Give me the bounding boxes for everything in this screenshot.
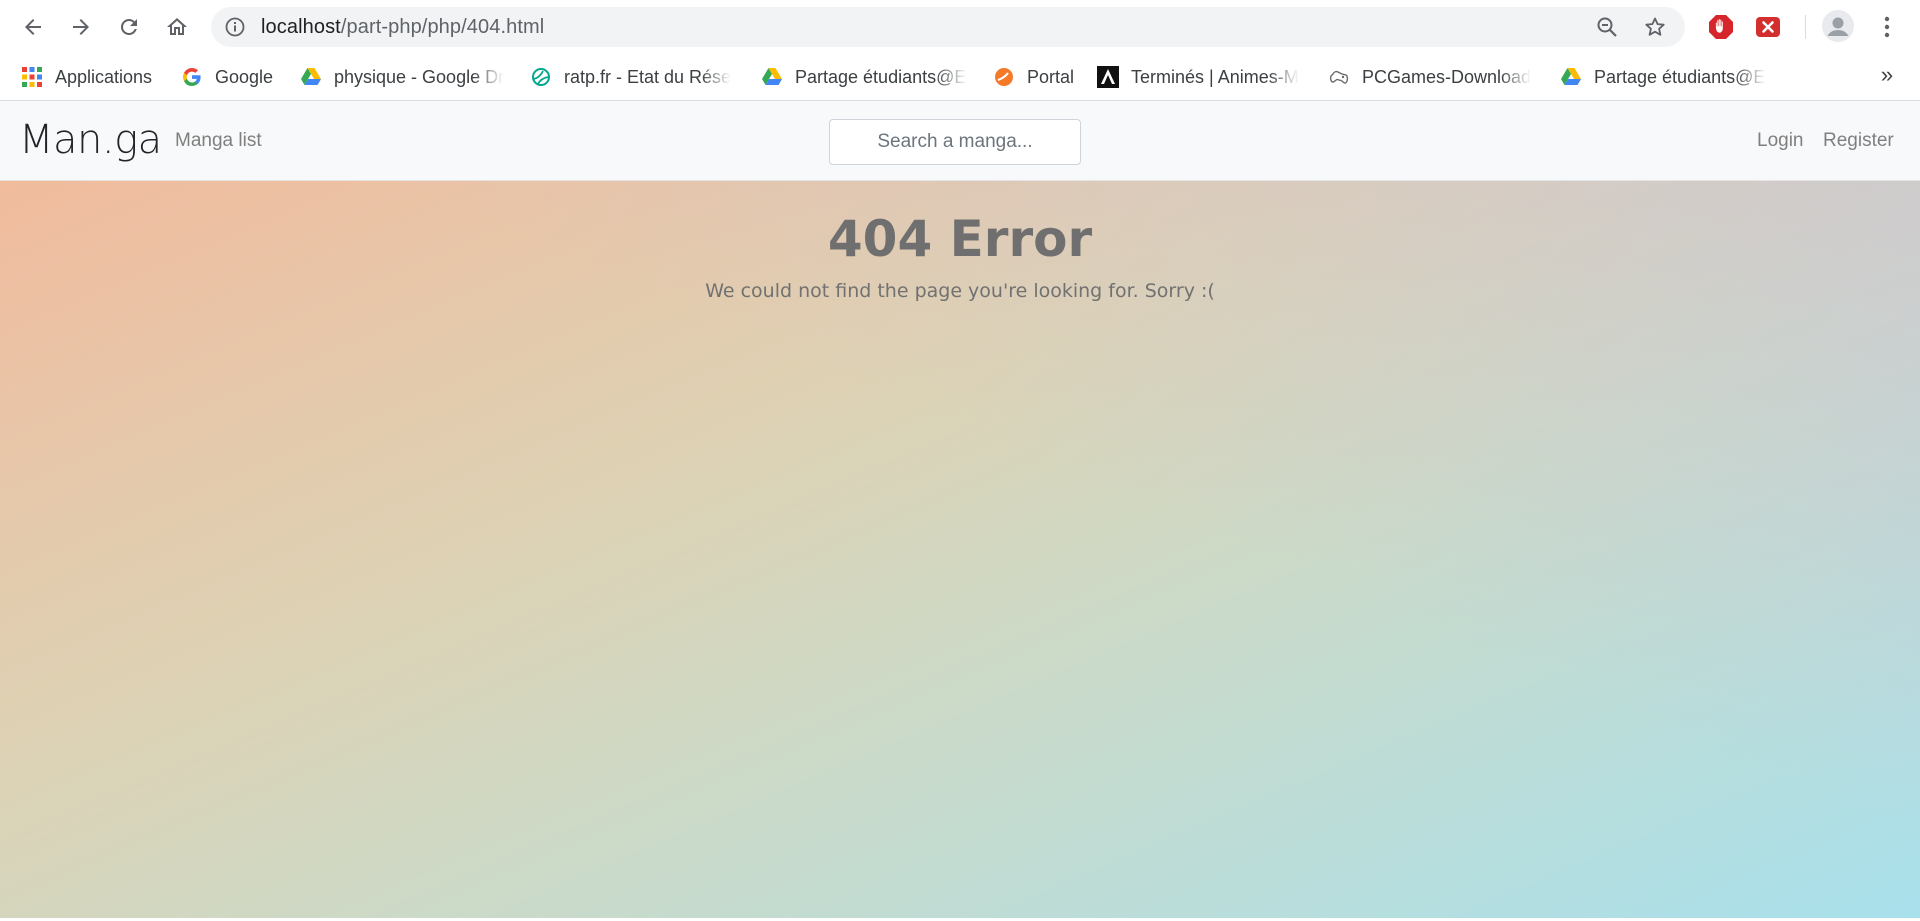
bookmark-pcgames[interactable]: PCGames-Download [1328,57,1534,97]
bookmark-label: Terminés | Animes-M [1131,66,1299,87]
forward-arrow-icon[interactable] [65,11,97,43]
address-bar[interactable]: localhost/part-php/php/404.html [211,7,1685,47]
ratp-logo-icon [532,68,550,86]
bookmark-animes[interactable]: Terminés | Animes-M [1097,57,1303,97]
nav-manga-list-link[interactable]: Manga list [175,128,262,154]
nav-register-link[interactable]: Register [1823,128,1894,154]
home-icon[interactable] [161,11,193,43]
animes-logo-icon [1097,66,1119,88]
bookmark-google[interactable]: Google [181,57,281,97]
bookmark-label: Google [215,66,274,87]
bookmark-portal[interactable]: Portal [993,57,1083,97]
profile-avatar-icon[interactable] [1822,10,1854,42]
error-title: 404 Error [827,210,1093,268]
reload-icon[interactable] [113,11,145,43]
menu-dots-icon[interactable] [1872,12,1902,42]
bookmark-label: ratp.fr - Etat du Rése [564,66,732,87]
toolbar-divider [1805,15,1806,39]
site-info-icon[interactable] [224,16,246,38]
back-arrow-icon[interactable] [17,11,49,43]
bookmark-label: physique - Google Dr [334,66,505,87]
search-manga-input[interactable] [829,119,1081,165]
bookmark-ratp[interactable]: ratp.fr - Etat du Rése [530,57,735,97]
close-extension-icon[interactable] [1754,13,1782,41]
google-g-icon [183,68,201,86]
portal-icon [995,68,1013,86]
bookmark-partage-2[interactable]: Partage étudiants@EI [1560,57,1766,97]
bookmark-label: Partage étudiants@EI [795,66,967,87]
error-message: We could not find the page you're lookin… [705,280,1215,302]
bookmark-star-icon[interactable] [1643,15,1667,39]
bookmark-label: Partage étudiants@EI [1594,66,1766,87]
nav-login-link[interactable]: Login [1757,128,1804,154]
adblock-extension-icon[interactable] [1707,13,1735,41]
bookmarks-overflow-chevron-icon[interactable]: » [1872,58,1902,92]
google-drive-icon [762,68,782,85]
bookmark-physique-drive[interactable]: physique - Google Dr [300,57,505,97]
url-text[interactable]: localhost/part-php/php/404.html [261,7,544,47]
google-drive-icon [301,68,321,85]
gamepad-icon [1329,70,1349,84]
bookmark-label: PCGames-Download [1362,66,1532,87]
url-host: localhost [261,16,341,38]
site-brand-logo[interactable]: Man.ga [19,117,162,163]
url-path: /part-php/php/404.html [340,16,545,38]
bookmarks-bar: Applications Google physique - Google Dr… [0,54,1920,101]
bookmark-applications[interactable]: Applications [21,57,161,97]
bookmark-label: Portal [1027,66,1075,87]
site-navbar: Man.ga Manga list Login Register [0,101,1920,181]
zoom-out-icon[interactable] [1595,15,1619,39]
bookmark-label: Applications [55,66,153,87]
apps-grid-icon [22,67,42,87]
browser-toolbar: localhost/part-php/php/404.html [0,0,1920,54]
bookmark-partage-1[interactable]: Partage étudiants@EI [761,57,967,97]
google-drive-icon [1561,68,1581,85]
